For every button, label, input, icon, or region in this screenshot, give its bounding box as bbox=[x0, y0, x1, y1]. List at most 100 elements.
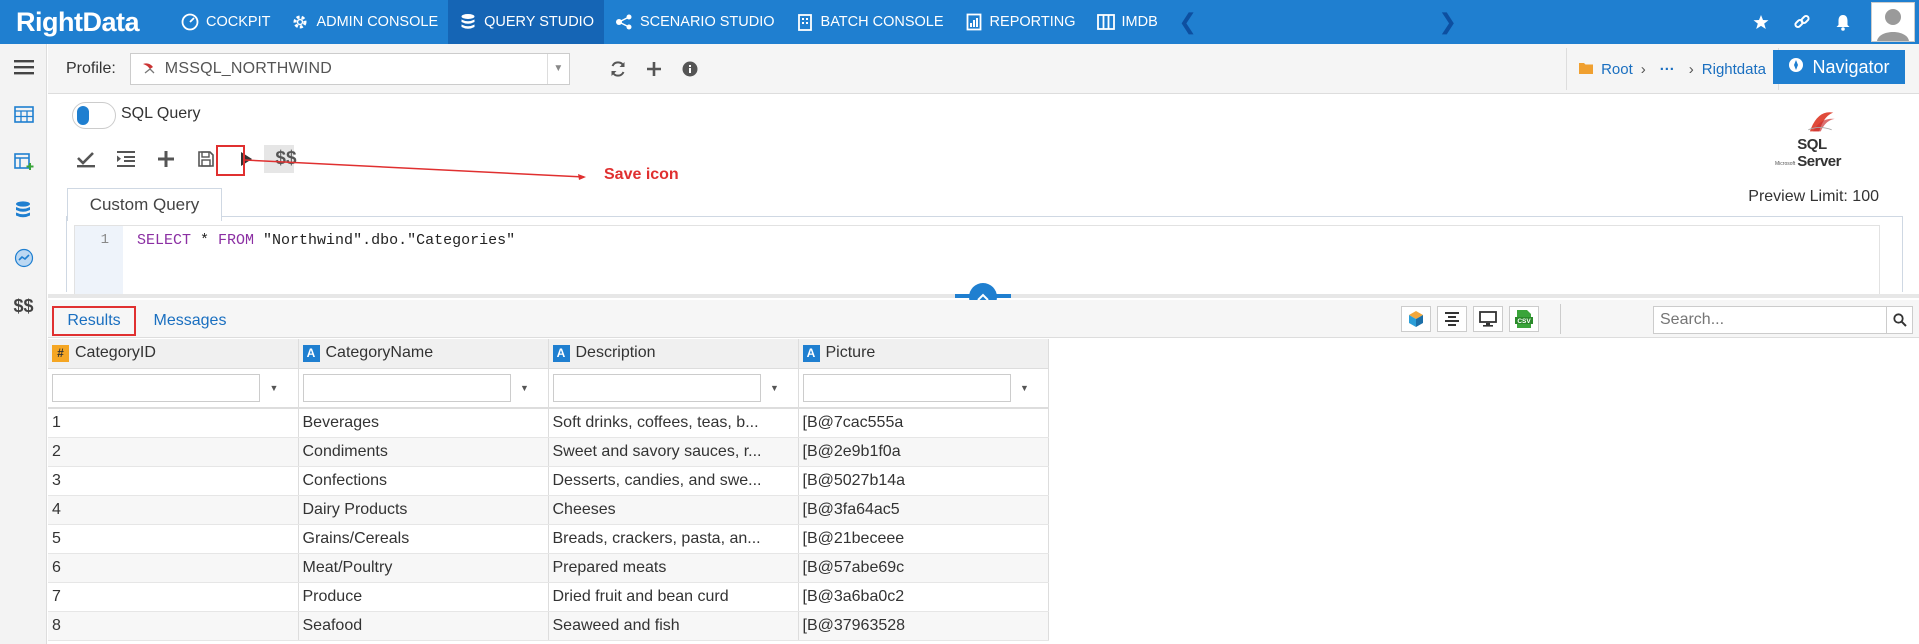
star-icon[interactable] bbox=[1740, 0, 1781, 44]
table-cell[interactable]: Condiments bbox=[298, 437, 549, 467]
check-icon[interactable] bbox=[66, 144, 106, 174]
table-cell[interactable]: 2 bbox=[48, 437, 299, 467]
table-cell[interactable]: [B@3a6ba0c2 bbox=[798, 582, 1049, 612]
tab-messages[interactable]: Messages bbox=[148, 306, 232, 336]
nav-batch-console[interactable]: BATCH CONSOLE bbox=[785, 0, 954, 44]
table-cell[interactable]: [B@21beceee bbox=[798, 524, 1049, 554]
plus-icon[interactable] bbox=[146, 144, 186, 174]
column-filter-input[interactable] bbox=[552, 373, 761, 402]
column-filter-input[interactable] bbox=[802, 373, 1011, 402]
table-cell[interactable]: Soft drinks, coffees, teas, b... bbox=[548, 408, 799, 438]
table-cell[interactable]: 8 bbox=[48, 611, 299, 641]
nav-scroll-right-icon[interactable]: ❯ bbox=[1428, 9, 1468, 35]
column-filter-input[interactable] bbox=[52, 373, 260, 402]
bell-icon[interactable] bbox=[1822, 0, 1863, 44]
csv-export-icon[interactable]: CSV bbox=[1509, 306, 1539, 332]
chevron-down-icon[interactable]: ▼ bbox=[511, 374, 539, 402]
table-cell[interactable]: Produce bbox=[298, 582, 549, 612]
table-row[interactable]: 5 Grains/Cereals Breads, crackers, pasta, … bbox=[48, 524, 1049, 554]
table-cell[interactable]: Confections bbox=[298, 466, 549, 496]
parameters-dollar-icon[interactable]: $$ bbox=[266, 144, 306, 174]
table-cell[interactable]: Desserts, candies, and swe... bbox=[548, 466, 799, 496]
align-center-icon[interactable] bbox=[1437, 306, 1467, 332]
chevron-down-icon[interactable]: ▼ bbox=[761, 374, 789, 402]
dollar-icon[interactable]: $$ bbox=[0, 282, 47, 330]
breadcrumb-ellipsis[interactable]: ··· bbox=[1654, 61, 1681, 78]
rightdata-logo[interactable]: RightData bbox=[0, 0, 170, 44]
table-cell[interactable]: 4 bbox=[48, 495, 299, 525]
nav-query-studio[interactable]: QUERY STUDIO bbox=[448, 0, 604, 44]
table-cell[interactable]: [B@3fa64ac5 bbox=[798, 495, 1049, 525]
database-connect-icon[interactable] bbox=[0, 186, 47, 234]
table-cell[interactable]: 7 bbox=[48, 582, 299, 612]
menu-icon[interactable] bbox=[0, 44, 47, 90]
compass-icon bbox=[1788, 57, 1804, 78]
table-cell[interactable]: Seaweed and fish bbox=[548, 611, 799, 641]
navigator-button[interactable]: Navigator bbox=[1773, 50, 1905, 84]
table-cell[interactable]: 6 bbox=[48, 553, 299, 583]
left-sidebar: $$ bbox=[0, 44, 47, 644]
table-row[interactable]: 1 Beverages Soft drinks, coffees, teas, b.… bbox=[48, 408, 1049, 438]
column-header[interactable]: A Description bbox=[548, 339, 799, 369]
sql-keyword-from: FROM bbox=[218, 232, 255, 249]
add-icon[interactable] bbox=[636, 53, 672, 85]
tab-custom-query[interactable]: Custom Query bbox=[67, 188, 222, 221]
table-cell[interactable]: Cheeses bbox=[548, 495, 799, 525]
column-header[interactable]: # CategoryID bbox=[48, 339, 299, 369]
table-cell[interactable]: 5 bbox=[48, 524, 299, 554]
monitor-icon[interactable] bbox=[1473, 306, 1503, 332]
table-cell[interactable]: Meat/Poultry bbox=[298, 553, 549, 583]
tab-results[interactable]: Results bbox=[52, 306, 136, 336]
table-cell[interactable]: [B@7cac555a bbox=[798, 408, 1049, 438]
chevron-down-icon[interactable]: ▼ bbox=[260, 374, 288, 402]
link-icon[interactable] bbox=[1781, 0, 1822, 44]
refresh-icon[interactable] bbox=[600, 53, 636, 85]
table-add-icon[interactable] bbox=[0, 138, 47, 186]
profile-select[interactable]: MSSQL_NORTHWIND ▼ bbox=[129, 52, 570, 85]
table-row[interactable]: 2 Condiments Sweet and savory sauces, r...… bbox=[48, 437, 1049, 467]
breadcrumb-root[interactable]: Root bbox=[1601, 61, 1633, 78]
column-header[interactable]: A Picture bbox=[798, 339, 1049, 369]
nav-imdb[interactable]: IMDB bbox=[1086, 0, 1168, 44]
nav-admin-console[interactable]: ADMIN CONSOLE bbox=[280, 0, 448, 44]
table-cell[interactable]: [B@37963528 bbox=[798, 611, 1049, 641]
chevron-down-icon[interactable]: ▼ bbox=[546, 53, 569, 84]
nav-cockpit[interactable]: COCKPIT bbox=[170, 0, 280, 44]
table-cell[interactable]: 1 bbox=[48, 408, 299, 438]
chart-circle-icon[interactable] bbox=[0, 234, 47, 282]
nav-scenario-studio[interactable]: SCENARIO STUDIO bbox=[604, 0, 785, 44]
info-icon[interactable] bbox=[672, 53, 708, 85]
cube-export-icon[interactable] bbox=[1401, 306, 1431, 332]
search-icon[interactable] bbox=[1886, 307, 1912, 333]
results-search bbox=[1653, 306, 1913, 334]
table-cell[interactable]: 3 bbox=[48, 466, 299, 496]
table-row[interactable]: 7 Produce Dried fruit and bean curd [B@3a6b… bbox=[48, 582, 1049, 612]
table-cell[interactable]: Sweet and savory sauces, r... bbox=[548, 437, 799, 467]
table-cell[interactable]: [B@2e9b1f0a bbox=[798, 437, 1049, 467]
chevron-down-icon[interactable]: ▼ bbox=[1011, 374, 1039, 402]
search-input[interactable] bbox=[1654, 307, 1886, 333]
table-cell[interactable]: Dairy Products bbox=[298, 495, 549, 525]
table-row[interactable]: 3 Confections Desserts, candies, and swe..… bbox=[48, 466, 1049, 496]
calendar-grid-icon[interactable] bbox=[0, 90, 47, 138]
table-cell[interactable]: Dried fruit and bean curd bbox=[548, 582, 799, 612]
user-avatar[interactable] bbox=[1871, 2, 1915, 42]
table-cell[interactable]: [B@57abe69c bbox=[798, 553, 1049, 583]
nav-scroll-left-icon[interactable]: ❮ bbox=[1168, 9, 1208, 35]
indent-icon[interactable] bbox=[106, 144, 146, 174]
table-cell[interactable]: Prepared meats bbox=[548, 553, 799, 583]
table-row[interactable]: 8 Seafood Seaweed and fish [B@37963528 bbox=[48, 611, 1049, 641]
breadcrumb-current[interactable]: Rightdata bbox=[1702, 61, 1766, 78]
sql-query-toggle[interactable] bbox=[72, 102, 116, 129]
column-header[interactable]: A CategoryName bbox=[298, 339, 549, 369]
table-cell[interactable]: Breads, crackers, pasta, an... bbox=[548, 524, 799, 554]
nav-reporting[interactable]: REPORTING bbox=[954, 0, 1086, 44]
table-cell[interactable]: Grains/Cereals bbox=[298, 524, 549, 554]
table-row[interactable]: 6 Meat/Poultry Prepared meats [B@57abe69c bbox=[48, 553, 1049, 583]
table-row[interactable]: 4 Dairy Products Cheeses [B@3fa64ac5 bbox=[48, 495, 1049, 525]
table-cell[interactable]: [B@5027b14a bbox=[798, 466, 1049, 496]
table-cell[interactable]: Seafood bbox=[298, 611, 549, 641]
table-cell[interactable]: Beverages bbox=[298, 408, 549, 438]
sql-code-line[interactable]: SELECT * FROM "Northwind".dbo."Categorie… bbox=[137, 232, 515, 249]
column-filter-input[interactable] bbox=[302, 373, 511, 402]
